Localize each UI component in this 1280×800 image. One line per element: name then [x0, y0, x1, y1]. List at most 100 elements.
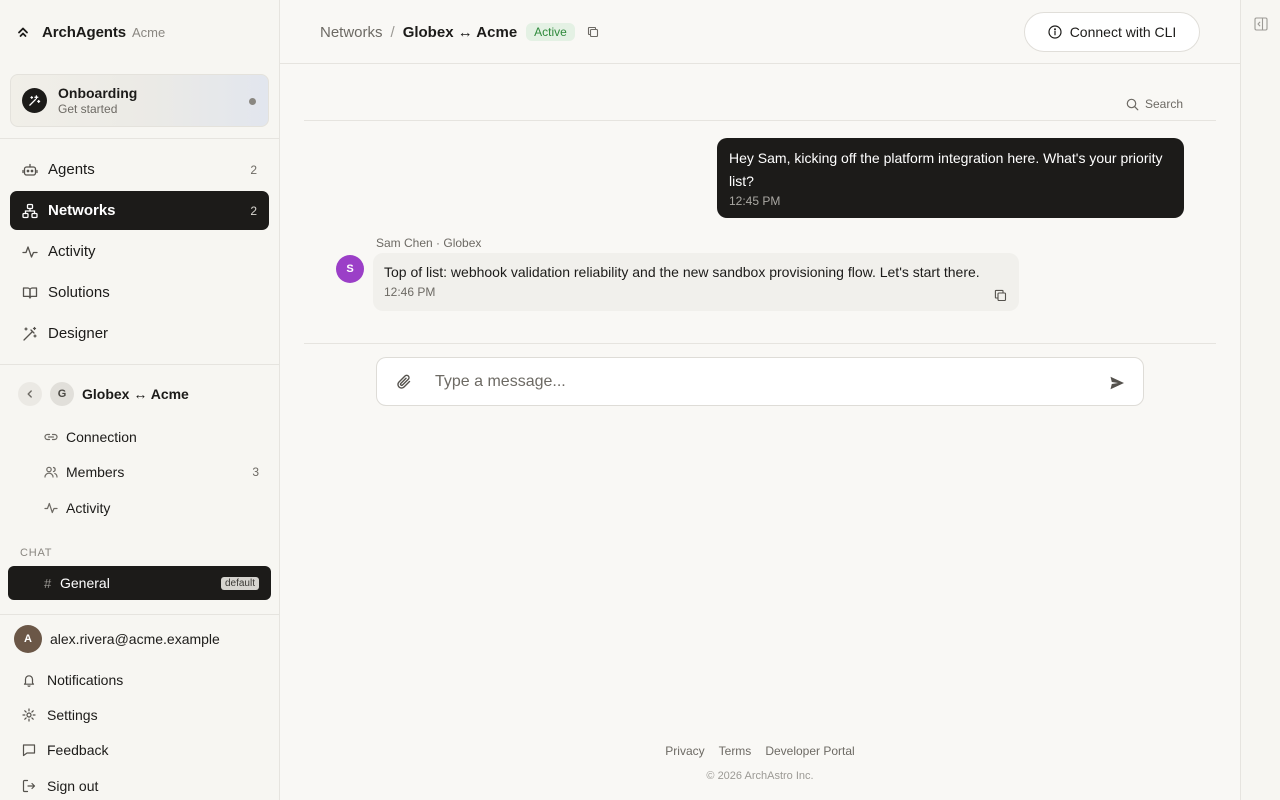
settings-button[interactable]: Settings	[10, 699, 269, 731]
bot-icon	[22, 162, 38, 178]
magic-wand-icon	[22, 326, 38, 342]
connect-cli-button[interactable]: Connect with CLI	[1024, 12, 1200, 52]
brand[interactable]: ArchAgents Acme	[16, 22, 165, 42]
feedback-button[interactable]: Feedback	[10, 734, 269, 766]
users-icon	[44, 465, 58, 479]
book-icon	[22, 285, 38, 301]
divider	[304, 343, 1216, 344]
nav-count: 2	[250, 203, 257, 218]
avatar: S	[336, 255, 364, 283]
activity-icon	[44, 501, 58, 515]
onboarding-title: Onboarding	[58, 85, 138, 101]
terms-link[interactable]: Terms	[719, 744, 752, 758]
breadcrumb-networks[interactable]: Networks	[320, 24, 383, 41]
notifications-label: Notifications	[47, 672, 124, 688]
divider	[304, 120, 1216, 121]
activity-icon	[22, 244, 38, 260]
message-composer	[376, 357, 1144, 406]
back-button[interactable]	[18, 382, 42, 406]
search-button[interactable]: Search	[1126, 96, 1183, 112]
sign-out-button[interactable]: Sign out	[10, 770, 269, 800]
sidebar: ArchAgents Acme Onboarding Get started A…	[0, 0, 280, 800]
copyright: © 2026 ArchAstro Inc.	[706, 770, 814, 782]
subnav-count: 3	[252, 465, 259, 479]
feedback-label: Feedback	[47, 742, 109, 758]
network-avatar: G	[50, 382, 74, 406]
top-bar: Networks / Globex ↔ Acme Active Connect …	[280, 0, 1240, 64]
channel-general[interactable]: # General default	[8, 566, 271, 600]
nav-networks[interactable]: Networks 2	[10, 191, 269, 230]
message-author: Sam Chen · Globex	[376, 236, 482, 250]
network-header: G Globex ↔ Acme	[18, 382, 189, 406]
message-timestamp: 12:45 PM	[729, 194, 781, 208]
onboarding-subtitle: Get started	[58, 102, 118, 116]
subnav-label: Members	[66, 464, 125, 480]
message-text: Hey Sam, kicking off the platform integr…	[729, 150, 1163, 189]
status-badge: Active	[526, 23, 575, 41]
avatar: A	[14, 625, 42, 653]
nav-label: Designer	[48, 325, 109, 342]
gear-icon	[22, 708, 36, 722]
network-icon	[22, 203, 38, 219]
chevron-left-icon	[27, 390, 32, 398]
nav-solutions[interactable]: Solutions	[10, 273, 269, 312]
connect-cli-label: Connect with CLI	[1069, 24, 1177, 40]
message-square-icon	[22, 743, 36, 757]
nav-label: Solutions	[48, 284, 110, 301]
brand-name: ArchAgents	[42, 23, 127, 41]
breadcrumb: Networks / Globex ↔ Acme Active	[320, 21, 599, 43]
nav-activity[interactable]: Activity	[10, 232, 269, 271]
org-name: Acme	[132, 24, 166, 40]
message-text: Top of list: webhook validation reliabil…	[384, 264, 980, 280]
network-title: Globex ↔ Acme	[82, 386, 189, 402]
paperclip-icon[interactable]	[396, 374, 412, 390]
message-incoming: Top of list: webhook validation reliabil…	[373, 253, 1019, 311]
privacy-link[interactable]: Privacy	[665, 744, 704, 758]
copy-message-icon[interactable]	[994, 289, 1007, 302]
message-outgoing: Hey Sam, kicking off the platform integr…	[717, 138, 1184, 218]
nav-designer[interactable]: Designer	[10, 314, 269, 353]
message-timestamp: 12:46 PM	[384, 285, 436, 299]
divider	[0, 138, 279, 139]
hash-icon: #	[44, 575, 52, 591]
subnav-label: Connection	[66, 429, 137, 445]
page-title: Globex ↔ Acme	[402, 23, 518, 41]
link-icon	[44, 430, 58, 444]
panel-toggle-icon[interactable]	[1254, 17, 1268, 31]
sparkle-icon	[22, 88, 47, 113]
user-row[interactable]: A alex.rivera@acme.example	[14, 625, 220, 653]
nav-count: 2	[250, 162, 257, 177]
search-icon	[1126, 98, 1139, 111]
user-email: alex.rivera@acme.example	[50, 631, 220, 647]
channel-name: General	[60, 575, 110, 591]
search-label: Search	[1145, 97, 1184, 111]
copy-icon[interactable]	[587, 26, 599, 38]
log-out-icon	[22, 779, 36, 793]
developer-portal-link[interactable]: Developer Portal	[765, 744, 854, 758]
section-label-chat: CHAT	[20, 547, 53, 559]
onboarding-card[interactable]: Onboarding Get started	[10, 74, 269, 127]
nav-label: Agents	[48, 161, 95, 178]
subnav-members[interactable]: Members 3	[36, 457, 269, 487]
nav-label: Networks	[48, 202, 116, 219]
settings-label: Settings	[47, 707, 98, 723]
subnav-label: Activity	[66, 500, 111, 516]
sign-out-label: Sign out	[47, 778, 99, 794]
divider	[0, 614, 279, 615]
divider	[0, 364, 279, 365]
footer-links: Privacy Terms Developer Portal	[280, 744, 1240, 758]
nav-agents[interactable]: Agents 2	[10, 150, 269, 189]
archagents-logo-icon	[16, 25, 30, 39]
breadcrumb-separator: /	[390, 23, 395, 41]
subnav-activity[interactable]: Activity	[36, 493, 269, 523]
notifications-button[interactable]: Notifications	[10, 664, 269, 696]
message-input[interactable]	[435, 370, 1075, 394]
info-icon	[1048, 25, 1062, 39]
bell-icon	[22, 673, 36, 687]
default-badge: default	[220, 576, 259, 590]
right-rail	[1240, 0, 1280, 800]
status-dot	[249, 98, 256, 105]
subnav-connection[interactable]: Connection	[36, 422, 269, 452]
nav-label: Activity	[48, 243, 96, 260]
send-icon[interactable]	[1109, 375, 1125, 391]
